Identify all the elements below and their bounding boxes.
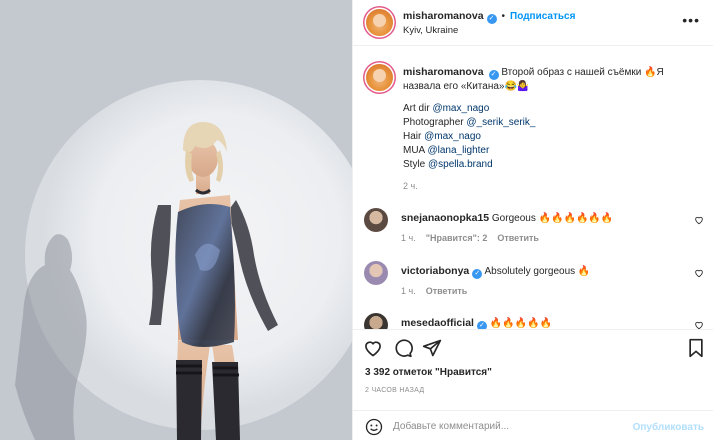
caption-credits: Art dir @max_nago Photographer @_serik_s… [403,102,535,172]
share-icon[interactable] [422,338,442,358]
follow-button[interactable]: Подписаться [510,11,575,22]
mention-link[interactable]: @lana_lighter [427,145,489,156]
emoji-icon[interactable] [365,418,383,436]
reply-button[interactable]: Ответить [497,233,539,243]
comment-text-line: snejanaonopka15 Gorgeous 🔥🔥🔥🔥🔥🔥 [401,212,613,224]
likes-count: 3 392 отметок "Нравится" [365,367,492,378]
commenter-username[interactable]: mesedaofficial [401,317,474,329]
commenter-username[interactable]: snejanaonopka15 [401,212,489,224]
verified-icon: ✓ [488,70,499,80]
author-username[interactable]: misharomanova [403,10,484,22]
verified-icon: ✓ [472,269,483,279]
comment-input[interactable] [393,417,623,435]
comment-composer: Опубликовать [353,410,713,440]
comment-heart-icon[interactable] [694,215,704,225]
reply-button[interactable]: Ответить [426,286,468,296]
comment-heart-icon[interactable] [694,320,704,329]
post-header: misharomanova ✓ • Подписаться Kyiv, Ukraine… [353,0,713,46]
likes-link[interactable]: "Нравится" [435,367,492,378]
author-line: misharomanova ✓ • Подписаться [403,10,575,24]
credit-line: Hair @max_nago [403,131,481,142]
commenter-avatar[interactable] [364,261,388,285]
credit-line: Photographer @_serik_serik_ [403,117,536,128]
caption: misharomanova ✓ Второй образ с нашей съём… [403,65,693,94]
comment-time[interactable]: 1 ч. [401,286,416,296]
separator-dot: • [501,11,506,22]
caption-timestamp: 2 ч. [403,181,418,191]
publish-button[interactable]: Опубликовать [633,422,704,433]
author-avatar[interactable] [366,9,393,36]
verified-icon: ✓ [476,321,487,329]
mention-link[interactable]: @max_nago [424,131,481,142]
caption-username[interactable]: misharomanova [403,66,484,78]
mention-link[interactable]: @_serik_serik_ [466,117,535,128]
comment-time[interactable]: 1 ч. [401,233,416,243]
post-location[interactable]: Kyiv, Ukraine [403,25,458,36]
bookmark-icon[interactable] [687,338,705,358]
comment-meta: 1 ч. "Нравится": 2 Ответить [401,233,549,243]
post-photo[interactable] [0,0,352,440]
comment-text: 🔥🔥🔥🔥🔥 [489,318,552,329]
comment-meta: 1 ч. Ответить [401,286,477,296]
photo-art [0,0,352,440]
post-time-ago: 2 ЧАСОВ НАЗАД [365,387,425,394]
comments-section[interactable]: misharomanova ✓ Второй образ с нашей съём… [353,46,713,329]
credit-line: Art dir @max_nago [403,103,490,114]
comment-text: Gorgeous 🔥🔥🔥🔥🔥🔥 [491,213,614,224]
comment-icon[interactable] [393,338,413,358]
commenter-username[interactable]: victoriabonya [401,265,469,277]
post-panel: misharomanova ✓ • Подписаться Kyiv, Ukraine… [352,0,713,440]
comment-text-line: victoriabonya ✓ Absolutely gorgeous 🔥 [401,265,590,279]
credit-line: Style @spella.brand [403,159,493,170]
caption-avatar[interactable] [366,64,393,91]
verified-icon: ✓ [486,14,497,24]
commenter-avatar[interactable] [364,313,388,329]
action-bar [353,329,713,365]
mention-link[interactable]: @max_nago [432,103,489,114]
heart-icon[interactable] [363,338,383,358]
commenter-avatar[interactable] [364,208,388,232]
comment-heart-icon[interactable] [694,268,704,278]
comment-text: Absolutely gorgeous 🔥 [484,266,591,277]
credit-line: MUA @lana_lighter [403,145,490,156]
comment-text-line: mesedaofficial ✓ 🔥🔥🔥🔥🔥 [401,317,552,329]
more-options-icon[interactable]: ••• [682,12,700,28]
comment-likes[interactable]: "Нравится": 2 [426,233,488,243]
mention-link[interactable]: @spella.brand [428,159,493,170]
